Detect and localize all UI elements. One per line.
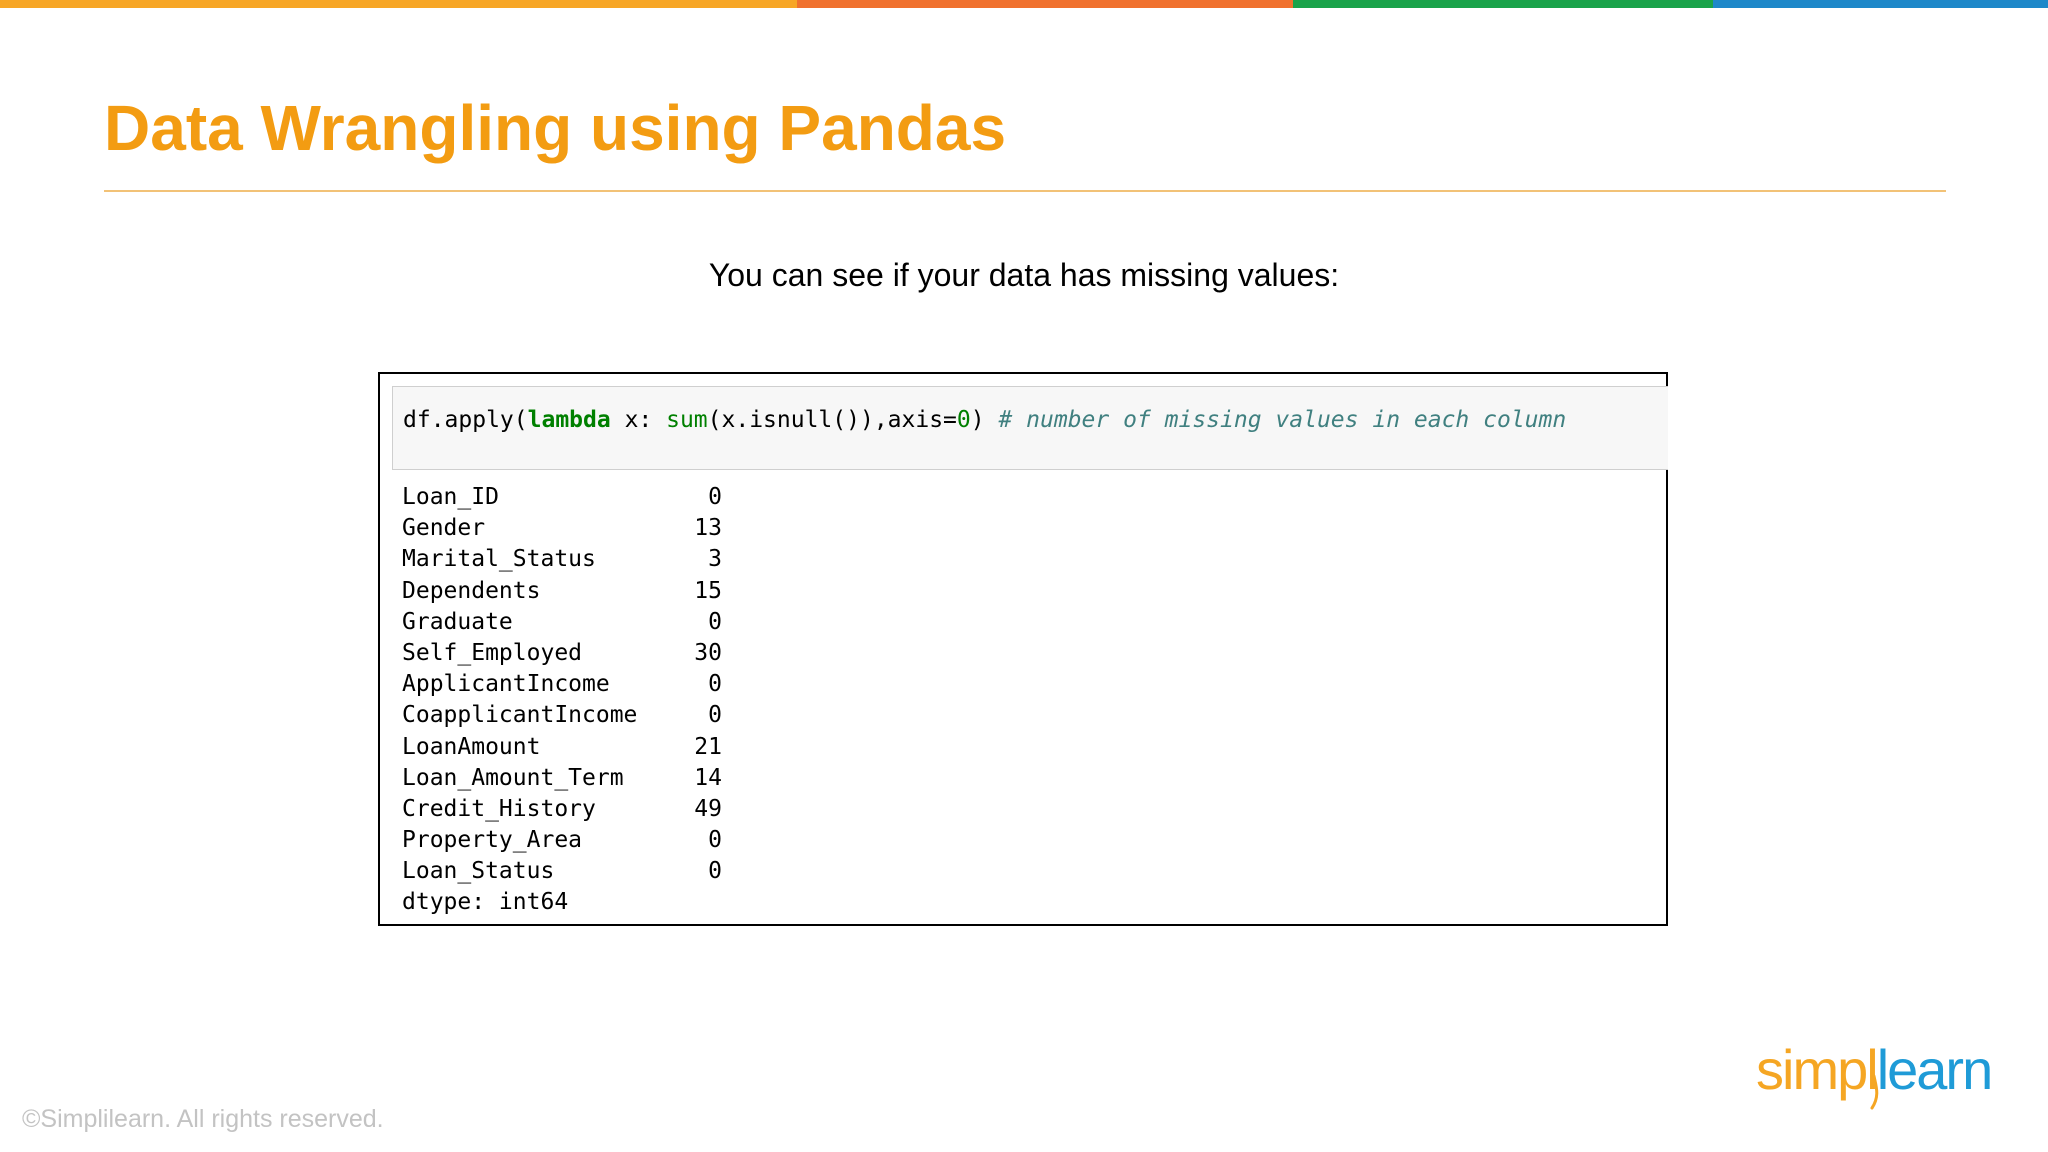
dtype-line: dtype: int64	[402, 889, 569, 916]
logo-swoosh-icon	[1870, 1074, 1879, 1110]
column-name: Loan_ID	[402, 484, 499, 510]
missing-count: 0	[708, 827, 722, 854]
missing-count: 21	[694, 733, 722, 760]
missing-count: 0	[708, 702, 722, 729]
code-comment: # number of missing values in each colum…	[998, 407, 1567, 433]
column-name: CoapplicantIncome	[402, 702, 638, 729]
logo-text-learn: learn	[1876, 1038, 1994, 1101]
code-token: (x.isnull()),axis=	[707, 407, 957, 433]
output-row: Graduate 0	[402, 607, 722, 638]
code-output: Loan_ID 0 Gender 13 Marital_Status 3 Depend…	[402, 482, 722, 919]
column-name: ApplicantIncome	[402, 671, 610, 698]
output-row: Loan_Amount_Term 14	[402, 763, 722, 794]
column-name: Self_Employed	[402, 639, 583, 666]
column-name: Loan_Amount_Term	[402, 764, 624, 791]
column-name: Gender	[402, 515, 486, 542]
code-token: )	[970, 407, 999, 433]
missing-count: 0	[708, 484, 722, 510]
code-token: x:	[610, 407, 667, 433]
output-row: CoapplicantIncome 0	[402, 700, 722, 731]
missing-count: 30	[694, 639, 722, 666]
output-row: Dependents 15	[402, 576, 722, 607]
output-row: Self_Employed 30	[402, 638, 722, 669]
column-name: Property_Area	[402, 827, 583, 854]
slide-title: Data Wrangling using Pandas	[104, 92, 1007, 164]
missing-count: 0	[708, 608, 722, 635]
column-name: Dependents	[402, 577, 541, 604]
column-name: Loan_Status	[402, 858, 555, 885]
color-bar-segment-blue	[1713, 0, 2048, 8]
top-color-bar	[0, 0, 2048, 8]
color-bar-segment-red	[797, 0, 1293, 8]
color-bar-segment-orange	[0, 0, 797, 8]
output-row: Loan_ID 0	[402, 482, 722, 513]
column-name: Credit_History	[402, 795, 596, 822]
output-row: Credit_History 49	[402, 794, 722, 825]
slide-subtitle: You can see if your data has missing val…	[708, 257, 1340, 293]
column-name: LoanAmount	[402, 733, 541, 760]
output-row: LoanAmount 21	[402, 732, 722, 763]
output-row: Loan_Status 0	[402, 856, 722, 887]
code-token: df.apply(	[403, 407, 528, 433]
missing-count: 3	[708, 546, 722, 573]
color-bar-segment-green	[1293, 0, 1713, 8]
missing-count: 0	[708, 858, 722, 885]
output-row: Gender 13	[402, 513, 722, 544]
title-divider	[104, 190, 1946, 192]
missing-count: 14	[694, 764, 722, 791]
code-keyword: lambda	[527, 407, 611, 433]
missing-count: 15	[694, 577, 722, 604]
output-row: Property_Area 0	[402, 825, 722, 856]
code-input-cell: df.apply(lambda x: sum(x.isnull()),axis=…	[392, 386, 1668, 470]
simplilearn-logo: simpllearn	[1756, 1038, 1994, 1110]
code-number: 0	[956, 407, 971, 433]
notebook-screenshot: df.apply(lambda x: sum(x.isnull()),axis=…	[378, 372, 1668, 926]
missing-count: 13	[694, 515, 722, 542]
logo-text-simpl: simpl	[1756, 1038, 1879, 1101]
column-name: Marital_Status	[402, 546, 596, 573]
missing-count: 0	[708, 671, 722, 698]
output-row: ApplicantIncome 0	[402, 669, 722, 700]
output-row: Marital_Status 3	[402, 544, 722, 575]
column-name: Graduate	[402, 608, 513, 635]
code-builtin: sum	[666, 407, 708, 433]
missing-count: 49	[694, 795, 722, 822]
copyright-text: ©Simplilearn. All rights reserved.	[22, 1105, 384, 1133]
